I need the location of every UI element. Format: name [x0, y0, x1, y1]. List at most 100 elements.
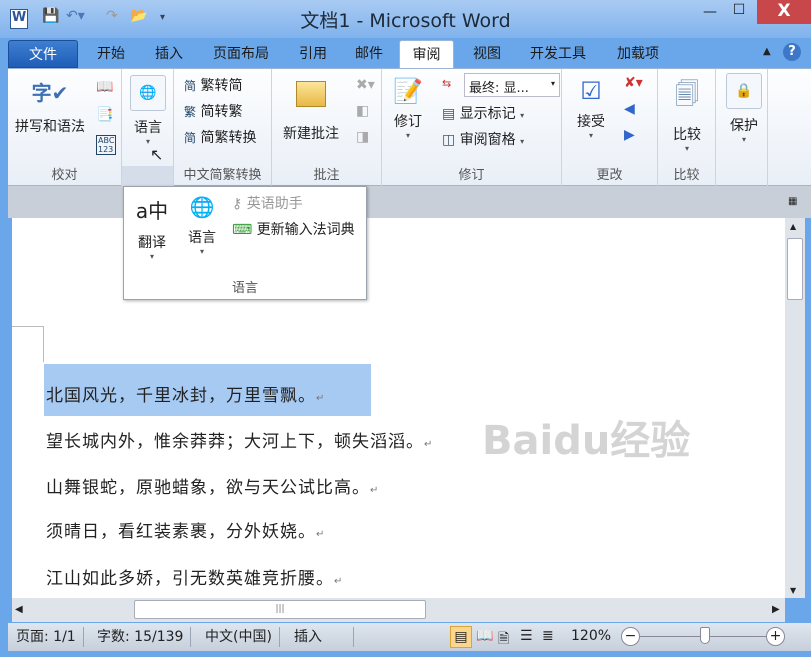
simp-to-trad-button[interactable]: 繁 简转繁 [184, 101, 242, 121]
page-count[interactable]: 页面: 1/1 [16, 627, 84, 647]
group-label: 比较 [673, 168, 700, 183]
web-layout-icon[interactable]: 🗎 [498, 628, 509, 652]
vertical-scroll-thumb[interactable] [787, 238, 803, 300]
help-icon[interactable]: ? [783, 43, 801, 61]
insert-mode[interactable]: 插入 [294, 627, 354, 647]
scroll-left-icon[interactable]: ◀ [15, 604, 23, 615]
word-count-icon[interactable]: ABC 123 [96, 135, 117, 155]
tab-references[interactable]: 引用 [290, 40, 336, 68]
tab-review[interactable]: 审阅 [399, 40, 454, 71]
display-for-review-select[interactable]: 最终: 显... ▾ [464, 73, 560, 97]
tab-file[interactable]: 文件 [8, 40, 78, 68]
spellcheck-icon: 字✔ [31, 81, 69, 105]
protect-label: 保护 [730, 118, 758, 134]
group-chinese-conversion: 简 繁转简 繁 简转繁 简 简繁转换 中文简繁转换 [174, 69, 272, 186]
language-label: 语言 [134, 120, 162, 136]
minimize-button[interactable]: — [697, 4, 723, 24]
convert-icon: 简 [184, 131, 197, 145]
maximize-button[interactable]: ☐ [726, 2, 752, 22]
doc-line[interactable]: 江山如此多娇，引无数英雄竞折腰。↵ [46, 564, 343, 589]
window-title: 文档1 - Microsoft Word [300, 10, 511, 32]
zoom-level[interactable]: 120% [571, 628, 611, 644]
assistant-icon: ⚷ [232, 196, 243, 212]
tab-developer[interactable]: 开发工具 [523, 40, 593, 68]
word-count[interactable]: 字数: 15/139 [97, 627, 192, 647]
dropdown-arrow-icon: ▾ [741, 135, 746, 144]
ribbon-tabs: 文件 开始 插入 页面布局 引用 邮件 审阅 视图 开发工具 加载项 ▲ ? [8, 38, 811, 71]
tab-view[interactable]: 视图 [464, 40, 510, 68]
full-screen-reading-icon[interactable]: 📖 [476, 628, 493, 644]
spelling-label: 拼写和语法 [15, 119, 85, 135]
previous-comment-icon[interactable]: ◧ [356, 103, 369, 119]
language-options-button[interactable]: 🌐 语言 ▾ [180, 195, 224, 256]
ribbon: 字✔ 拼写和语法 📖 📑 ABC 123 校对 🌐 语言 ▾ ↖ 简 繁转简 繁 … [8, 68, 811, 186]
markup-icon: ▤ [442, 106, 456, 122]
previous-change-icon[interactable]: ◀ [624, 101, 635, 117]
vertical-scrollbar[interactable]: ▲ ▼ [785, 218, 805, 598]
close-button[interactable]: X [757, 0, 811, 24]
new-comment-label: 新建批注 [283, 126, 339, 142]
pane-icon: ◫ [442, 132, 456, 148]
next-comment-icon[interactable]: ◨ [356, 129, 369, 145]
spelling-grammar-button[interactable]: 字✔ 拼写和语法 [10, 77, 90, 136]
scroll-up-icon[interactable]: ▲ [790, 222, 796, 231]
compare-button[interactable]: 🗐 比较 ▾ [666, 77, 708, 153]
horizontal-scrollbar[interactable]: ◀ ||| ▶ [12, 598, 785, 622]
update-ime-dictionary-button[interactable]: ⌨ 更新输入法词典 [232, 219, 355, 239]
draft-icon[interactable]: ≣ [542, 628, 554, 644]
thesaurus-icon[interactable]: 📑 [96, 107, 113, 123]
track-label: 修订 [394, 114, 422, 130]
tab-mailings[interactable]: 邮件 [346, 40, 392, 68]
tab-page-layout[interactable]: 页面布局 [204, 40, 278, 68]
zoom-in-button[interactable]: + [766, 627, 785, 646]
globe-language-icon: 🌐 [189, 195, 215, 219]
outline-icon[interactable]: ☰ [520, 628, 533, 644]
protect-button[interactable]: 🔒 保护 ▾ [726, 73, 762, 144]
group-label: 校对 [51, 168, 78, 183]
tab-home[interactable]: 开始 [88, 40, 134, 68]
accept-button[interactable]: ☑ 接受 ▾ [568, 77, 614, 140]
new-comment-button[interactable]: 新建批注 [276, 81, 346, 143]
translate-label: 翻译 [138, 235, 166, 251]
scroll-right-icon[interactable]: ▶ [772, 604, 780, 615]
zoom-out-button[interactable]: − [621, 627, 640, 646]
doc-line[interactable]: 山舞银蛇，原驰蜡象，欲与天公试比高。↵ [46, 473, 379, 498]
group-label: 更改 [596, 168, 623, 183]
delete-comment-icon[interactable]: ✖▾ [356, 77, 375, 93]
research-icon[interactable]: 📖 [96, 79, 113, 95]
language-button[interactable]: 🌐 语言 ▾ [128, 75, 168, 146]
tab-addins[interactable]: 加载项 [608, 40, 668, 68]
zoom-slider-thumb[interactable] [700, 627, 710, 644]
english-assistant-button: ⚷ 英语助手 [232, 196, 303, 212]
doc-line[interactable]: 望长城内外，惟余莽莽；大河上下，顿失滔滔。↵ [46, 427, 433, 452]
reject-icon[interactable]: ✘▾ [624, 75, 643, 91]
simp-trad-icon: 繁 [184, 105, 197, 119]
track-changes-button[interactable]: 📝 修订 ▾ [388, 77, 428, 140]
group-comments: 新建批注 ✖▾ ◧ ◨ 批注 [272, 69, 382, 186]
language-dropdown-panel: a中 翻译 ▾ 🌐 语言 ▾ ⚷ 英语助手 ⌨ 更新输入法词典 语言 [123, 186, 367, 300]
track-changes-icon: 📝 [393, 77, 423, 105]
mouse-cursor-icon: ↖ [150, 145, 164, 164]
doc-line[interactable]: 北国风光，千里冰封，万里雪飘。↵ [46, 381, 325, 406]
translate-button[interactable]: a中 翻译 ▾ [130, 195, 174, 261]
tab-insert[interactable]: 插入 [146, 40, 192, 68]
group-label: 批注 [313, 168, 340, 183]
view-ruler-icon[interactable]: ▦ [788, 196, 797, 207]
reviewing-pane-button[interactable]: ◫ 审阅窗格 ▾ [442, 129, 524, 149]
group-proofing: 字✔ 拼写和语法 📖 📑 ABC 123 校对 [8, 69, 122, 186]
horizontal-scroll-thumb[interactable]: ||| [134, 600, 426, 619]
convert-button[interactable]: 简 简繁转换 [184, 127, 256, 147]
group-tracking: 📝 修订 ▾ ⇆ 最终: 显... ▾ ▤ 显示标记 ▾ ◫ 审阅窗格 ▾ 修订 [382, 69, 562, 186]
next-change-icon[interactable]: ▶ [624, 127, 635, 143]
trad-to-simp-button[interactable]: 简 繁转简 [184, 75, 242, 95]
keyboard-add-icon: ⌨ [232, 222, 253, 238]
minimize-ribbon-icon[interactable]: ▲ [763, 46, 771, 57]
show-markup-button[interactable]: ▤ 显示标记 ▾ [442, 103, 524, 123]
scroll-down-icon[interactable]: ▼ [790, 586, 796, 595]
doc-line[interactable]: 须晴日，看红装素裹，分外妖娆。↵ [46, 517, 325, 542]
language-status[interactable]: 中文(中国) [205, 627, 280, 647]
print-layout-icon[interactable]: ▤ [450, 626, 472, 648]
dropdown-arrow-icon: ▾ [405, 131, 410, 140]
baidu-watermark: Baidu经验 [482, 418, 691, 464]
accept-label: 接受 [577, 114, 605, 130]
